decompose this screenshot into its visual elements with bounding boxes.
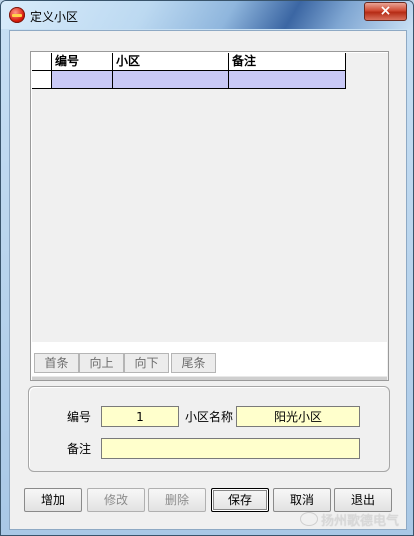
wechat-icon <box>300 512 318 526</box>
dialog-window: 定义小区 × 编号 小区 备注 首条 向上 向下 尾条 编号 1 小区名称 阳光… <box>0 0 414 536</box>
save-button[interactable]: 保存 <box>211 488 269 512</box>
cell-name[interactable] <box>113 71 229 89</box>
cell-id[interactable] <box>52 71 113 89</box>
title-bar[interactable]: 定义小区 × <box>1 1 413 29</box>
column-header-id[interactable]: 编号 <box>52 53 113 71</box>
cell-note[interactable] <box>229 71 346 89</box>
exit-button[interactable]: 退出 <box>334 488 392 512</box>
data-grid[interactable]: 编号 小区 备注 <box>32 53 387 342</box>
column-header-name[interactable]: 小区 <box>113 53 229 71</box>
grid-bottom-border <box>32 376 387 380</box>
edit-button[interactable]: 修改 <box>87 488 145 512</box>
first-record-button[interactable]: 首条 <box>34 353 79 373</box>
id-label: 编号 <box>67 410 92 424</box>
note-label: 备注 <box>67 442 92 456</box>
edit-form-panel: 编号 小区名称 备注 <box>28 386 390 472</box>
watermark-text: 扬州歌德电气 <box>321 514 400 529</box>
row-indicator[interactable] <box>32 71 52 89</box>
cancel-button[interactable]: 取消 <box>273 488 331 512</box>
name-field[interactable] <box>236 406 360 427</box>
window-title: 定义小区 <box>30 10 79 24</box>
watermark: 扬州歌德电气 <box>300 510 399 529</box>
table-row[interactable] <box>32 71 346 89</box>
close-button[interactable]: × <box>364 2 407 21</box>
name-label: 小区名称 <box>185 410 234 424</box>
last-record-button[interactable]: 尾条 <box>171 353 216 373</box>
column-header-note[interactable]: 备注 <box>229 53 346 71</box>
client-area: 编号 小区 备注 首条 向上 向下 尾条 编号 1 小区名称 阳光小区 备注 增… <box>9 30 407 530</box>
navigation-bar: 首条 向上 向下 尾条 <box>32 342 387 376</box>
delete-button[interactable]: 删除 <box>148 488 206 512</box>
app-icon <box>9 7 25 23</box>
previous-record-button[interactable]: 向上 <box>79 353 124 373</box>
grid-header: 编号 小区 备注 <box>32 53 346 71</box>
note-field[interactable] <box>101 438 360 459</box>
row-indicator-header <box>32 53 52 71</box>
id-field[interactable] <box>101 406 179 427</box>
next-record-button[interactable]: 向下 <box>124 353 169 373</box>
grid-panel: 编号 小区 备注 首条 向上 向下 尾条 <box>30 51 389 381</box>
add-button[interactable]: 增加 <box>24 488 82 512</box>
